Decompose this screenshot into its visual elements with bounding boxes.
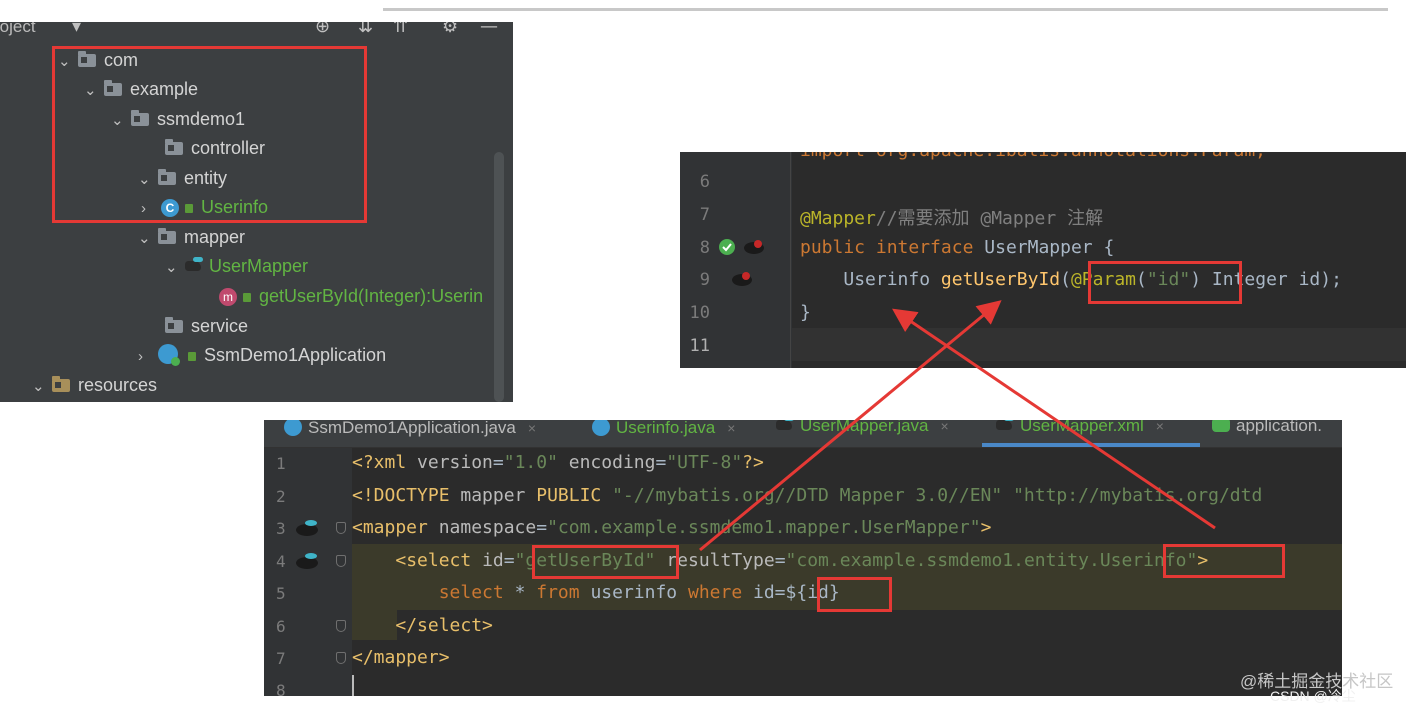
xml-line-7: </mapper>: [352, 647, 450, 668]
chevron-right-icon[interactable]: ›: [138, 343, 158, 371]
tree-item-label: service: [191, 316, 249, 336]
line-number: 10: [689, 303, 710, 323]
mybatis-mapper-icon: [185, 257, 205, 273]
package-icon: [158, 228, 176, 244]
line-number: 8: [699, 238, 710, 258]
xml-line-2: <!DOCTYPE mapper PUBLIC "-//mybatis.org/…: [352, 485, 1263, 506]
collapse-all-icon[interactable]: ⇊: [358, 22, 373, 37]
vertical-scrollbar[interactable]: [494, 152, 504, 402]
chevron-down-icon[interactable]: ⌄: [165, 254, 185, 282]
chevron-down-icon[interactable]: ⌄: [138, 225, 158, 253]
xml-line-1: <?xml version="1.0" encoding="UTF-8"?>: [352, 452, 764, 473]
separator-line: [383, 8, 1388, 11]
spring-app-icon: [158, 344, 180, 366]
usermapper-java-editor[interactable]: import org.apache.ibatis.annotations.Par…: [680, 152, 1406, 368]
highlight-box-resulttype-userinfo: [1163, 544, 1285, 578]
expand-all-icon[interactable]: ⇈: [393, 22, 408, 37]
code-line-9: Userinfo getUserById(@Param("id") Intege…: [843, 269, 1342, 290]
dropdown-icon[interactable]: ▾: [72, 22, 81, 37]
line-number: 2: [276, 487, 286, 506]
locate-icon[interactable]: ⊕: [315, 22, 330, 37]
settings-file-icon: [1212, 420, 1230, 432]
mybatis-mapper-icon: [996, 420, 1016, 432]
tab-application[interactable]: application.: [1212, 420, 1322, 445]
close-icon[interactable]: ×: [727, 420, 735, 436]
text-caret: [352, 675, 354, 696]
mybatis-mapper-icon: [776, 420, 796, 432]
line-number: 7: [699, 205, 710, 225]
project-panel-header: roject ▾ ⊕ ⇊ ⇈ ⚙ —: [0, 22, 513, 37]
active-tab-indicator: [982, 443, 1200, 447]
code-line-7: @Mapper//需要添加 @Mapper 注解: [800, 208, 1104, 229]
code-line-10: }: [800, 302, 811, 323]
hide-panel-icon[interactable]: —: [480, 22, 498, 37]
close-icon[interactable]: ×: [528, 420, 536, 436]
gutter-divider: [790, 152, 791, 368]
tree-item-label: resources: [78, 375, 158, 395]
line-number: 7: [276, 649, 286, 668]
line-number: 8: [276, 681, 286, 696]
line-number: 1: [276, 454, 286, 473]
xml-line-4: <select id="getUserById" resultType="com…: [395, 550, 1209, 571]
gear-icon[interactable]: ⚙: [442, 22, 458, 37]
editor-tab-bar: SsmDemo1Application.java × Userinfo.java ×…: [264, 420, 1342, 448]
resources-folder-icon: [52, 376, 70, 392]
class-icon: [592, 420, 610, 436]
line-number: 4: [276, 552, 286, 571]
tree-item-label: mapper: [184, 227, 246, 247]
mybatis-bird-icon[interactable]: [294, 551, 320, 571]
highlight-box-package-tree: [52, 46, 367, 223]
close-icon[interactable]: ×: [1156, 420, 1164, 434]
mybatis-bird-icon[interactable]: [294, 518, 320, 538]
tree-item-getuserbyid[interactable]: m getUserById(Integer):Userin: [219, 282, 483, 310]
xml-line-6: </select>: [395, 615, 493, 636]
line-number: 9: [699, 270, 710, 290]
import-line: import org.apache.ibatis.annotations.Par…: [800, 152, 1266, 161]
watermark-csdn: CSDN @冷尘: [1270, 688, 1356, 704]
spring-app-icon: [284, 420, 302, 436]
implemented-by-icon[interactable]: [718, 238, 736, 256]
tree-item-label: getUserById(Integer):Userin: [259, 286, 484, 306]
fold-marker-icon[interactable]: [336, 652, 346, 664]
package-icon: [165, 317, 183, 333]
close-icon[interactable]: ×: [941, 420, 949, 434]
tree-item-usermapper[interactable]: ⌄ UserMapper: [165, 252, 308, 280]
method-icon: m: [219, 288, 237, 306]
tree-item-ssmdemo1application[interactable]: › SsmDemo1Application: [138, 341, 386, 369]
line-number: 6: [699, 172, 710, 192]
tree-item-mapper[interactable]: ⌄ mapper: [138, 223, 245, 251]
xml-line-5: select * from userinfo where id=${id}: [438, 582, 840, 603]
tree-item-resources[interactable]: ⌄ resources: [32, 371, 157, 399]
tab-usermapper-xml[interactable]: UserMapper.xml ×: [996, 420, 1164, 445]
lock-icon: [188, 352, 196, 361]
tree-item-label: SsmDemo1Application: [204, 345, 387, 365]
code-line-8: public interface UserMapper {: [800, 237, 1115, 258]
line-number: 6: [276, 617, 286, 636]
fold-marker-icon[interactable]: [336, 555, 346, 567]
highlight-box-param-placeholder: [817, 577, 892, 612]
chevron-down-icon[interactable]: ⌄: [32, 373, 52, 401]
line-number: 11: [689, 336, 710, 356]
tree-item-label: UserMapper: [209, 256, 309, 276]
tab-usermapper-java[interactable]: UserMapper.java ×: [776, 420, 949, 445]
mybatis-bird-icon[interactable]: [730, 270, 754, 288]
line-number: 3: [276, 519, 286, 538]
mybatis-bird-icon[interactable]: [742, 238, 766, 256]
tab-ssmdemo1application[interactable]: SsmDemo1Application.java ×: [284, 420, 536, 445]
highlight-box-select-id: [532, 545, 679, 579]
fold-marker-icon[interactable]: [336, 620, 346, 632]
line-number: 5: [276, 584, 286, 603]
tree-item-service[interactable]: service: [165, 312, 248, 340]
lock-icon: [243, 293, 251, 302]
tab-userinfo[interactable]: Userinfo.java ×: [592, 420, 735, 445]
highlight-box-param-annotation: [1088, 261, 1242, 304]
project-panel-title[interactable]: roject: [0, 22, 36, 37]
fold-marker-icon[interactable]: [336, 522, 346, 534]
xml-line-3: <mapper namespace="com.example.ssmdemo1.…: [352, 517, 992, 538]
